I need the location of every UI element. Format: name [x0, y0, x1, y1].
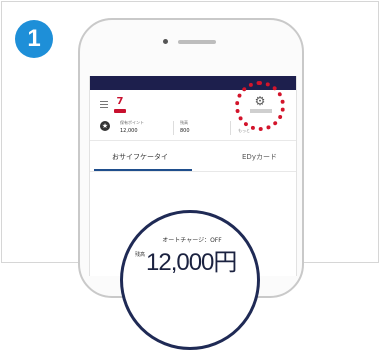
highlight-ring: [235, 81, 285, 131]
phone-camera: [163, 39, 168, 44]
bonus-value: 800: [180, 128, 190, 134]
tab-edy-card[interactable]: EDyカード: [242, 152, 277, 162]
brand-logo-label: [114, 109, 126, 113]
medal-icon: ★: [100, 121, 110, 131]
balance-prefix: 残高: [135, 252, 146, 258]
bonus-label: 残高: [180, 120, 188, 125]
tabs-bottom-border: [90, 171, 296, 172]
balance-amount: 12,000円: [146, 249, 237, 276]
balance-circle[interactable]: [120, 210, 260, 350]
column-divider: [230, 121, 231, 135]
tab-osaifu-keitai[interactable]: おサイフケータイ: [112, 152, 168, 162]
points-value: 12,000: [120, 128, 138, 134]
more-link[interactable]: もっと: [238, 128, 250, 134]
step-badge: 1: [15, 20, 53, 58]
phone-speaker: [178, 40, 216, 44]
tabs-top-border: [90, 140, 296, 141]
menu-icon[interactable]: [100, 101, 108, 108]
brand-logo-icon: 7: [116, 96, 124, 107]
column-divider: [173, 121, 174, 135]
points-label: 保有ポイント: [120, 120, 144, 125]
